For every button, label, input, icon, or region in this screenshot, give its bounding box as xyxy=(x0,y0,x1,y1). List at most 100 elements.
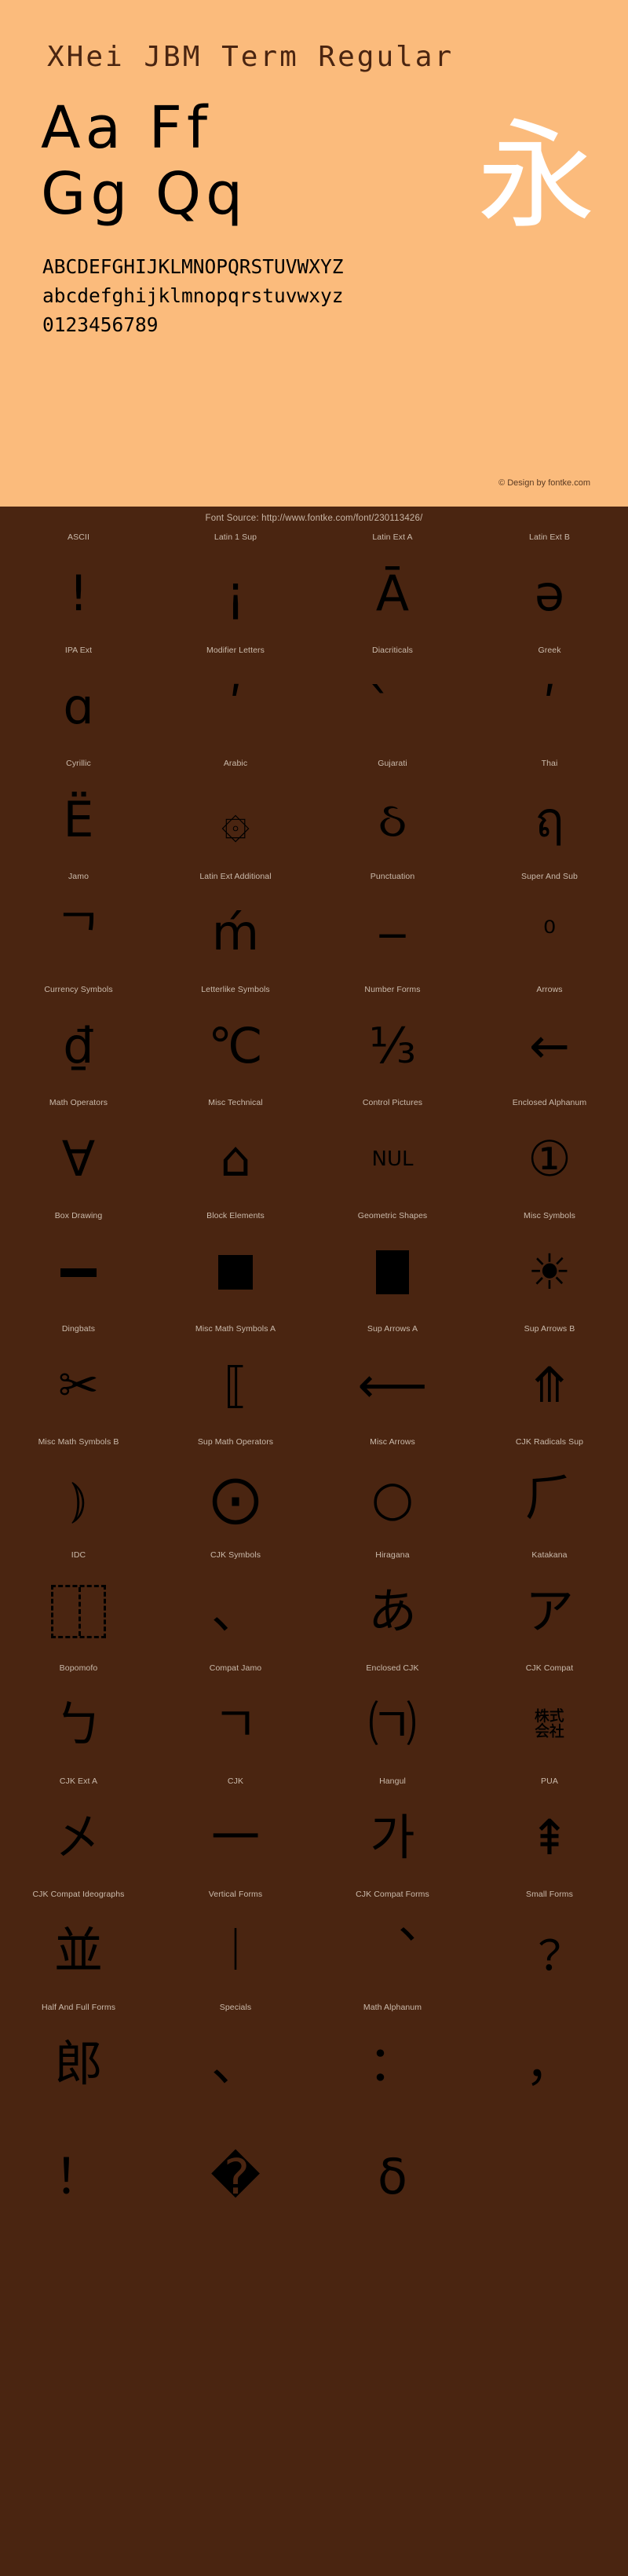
unicode-block-glyph xyxy=(157,1223,314,1322)
font-specimen-page: XHei JBM Term Regular Aa Ff Gg Qq 永 ABCD… xyxy=(0,0,628,2576)
unicode-block-cell: Dingbats ✂ xyxy=(0,1322,157,1435)
unicode-block-label: Misc Symbols xyxy=(524,1211,575,1220)
unicode-block-label: Modifier Letters xyxy=(206,646,265,655)
unicode-block-glyph: ə xyxy=(534,565,565,622)
unicode-block-cell: Misc Symbols ☀ xyxy=(471,1209,628,1322)
design-credit: © Design by fontke.com xyxy=(498,478,590,488)
unicode-block-glyph: 郎 xyxy=(53,2035,103,2092)
unicode-block-cell: PUA ⇞ xyxy=(471,1774,628,1887)
unicode-block-cell: Latin Ext Additional ḿ xyxy=(157,869,314,982)
unicode-block-label: Katakana xyxy=(531,1550,568,1560)
unicode-block-cell: Katakana ア xyxy=(471,1548,628,1661)
uppercase-alphabet: ABCDEFGHIJKLMNOPQRSTUVWXYZ xyxy=(42,255,344,278)
unicode-block-cell: CJK 一 xyxy=(157,1774,314,1887)
unicode-block-cell: Modifier Letters ʹ xyxy=(157,643,314,756)
big-sample-line-1: Aa Ff xyxy=(41,94,213,162)
unicode-block-glyph xyxy=(471,2128,628,2227)
unicode-block-label: Bopomofo xyxy=(59,1663,98,1673)
unicode-block-label: Gujarati xyxy=(378,759,407,768)
unicode-block-cell: CJK Compat Ideographs 並 xyxy=(0,1887,157,2000)
glyph-shape xyxy=(51,1585,106,1638)
unicode-block-glyph: ㄅ xyxy=(53,1696,103,1753)
unicode-block-label: CJK Compat Forms xyxy=(356,1890,429,1899)
unicode-block-glyph: ⦆ xyxy=(70,1469,87,1527)
unicode-block-cell: ， xyxy=(471,2000,628,2113)
unicode-block-cell: Latin Ext A Ā xyxy=(314,530,471,643)
unicode-block-cell: IDC xyxy=(0,1548,157,1661)
unicode-block-cell: CJK Radicals Sup ⺁ xyxy=(471,1435,628,1548)
unicode-block-label: Letterlike Symbols xyxy=(201,985,270,994)
digits-row: 0123456789 xyxy=(42,313,159,336)
unicode-block-cell: Arrows ← xyxy=(471,982,628,1096)
unicode-block-cell: Super And Sub ⁰ xyxy=(471,869,628,982)
unicode-block-cell: Compat Jamo ㄱ xyxy=(157,1661,314,1774)
big-sample-line-2: Gg Qq xyxy=(41,160,248,228)
unicode-block-label: Block Elements xyxy=(206,1211,265,1220)
unicode-block-cell: CJK Compat Forms ︑ xyxy=(314,1887,471,2000)
unicode-block-cell: Hiragana あ xyxy=(314,1548,471,1661)
unicode-block-label: CJK Compat xyxy=(525,1663,574,1673)
unicode-block-label: Math Alphanum xyxy=(363,2003,422,2012)
unicode-block-glyph: ア xyxy=(524,1583,574,1640)
unicode-block-glyph: ẟ xyxy=(378,2148,407,2205)
unicode-block-glyph: ‒ xyxy=(377,904,408,961)
unicode-block-label: Number Forms xyxy=(364,985,421,994)
unicode-block-label: Super And Sub xyxy=(521,872,578,881)
unicode-block-cell: ！ xyxy=(0,2113,157,2227)
unicode-block-glyph: ， xyxy=(524,2035,574,2092)
unicode-block-label: Cyrillic xyxy=(66,759,91,768)
unicode-block-glyph: � xyxy=(210,2148,261,2205)
unicode-block-cell: Cyrillic Ё xyxy=(0,756,157,869)
unicode-block-glyph: ฤ xyxy=(535,791,564,848)
unicode-block-label: Sup Math Operators xyxy=(197,1437,274,1447)
unicode-block-glyph: 並 xyxy=(53,1922,103,1979)
unicode-block-glyph: ⟦ xyxy=(223,1356,248,1414)
unicode-block-label: Box Drawing xyxy=(54,1211,103,1220)
unicode-block-cell: Sup Arrows A ⟵ xyxy=(314,1322,471,1435)
unicode-block-cell: ASCII! xyxy=(0,530,157,643)
unicode-block-label: Math Operators xyxy=(49,1098,108,1107)
unicode-block-glyph: ! xyxy=(68,565,89,622)
unicode-block-cell: Bopomofo ㄅ xyxy=(0,1661,157,1774)
unicode-block-label: Vertical Forms xyxy=(208,1890,263,1899)
unicode-block-label: Misc Math Symbols A xyxy=(195,1324,276,1334)
unicode-block-cell: Arabic ۞ xyxy=(157,756,314,869)
unicode-block-glyph: ⺁ xyxy=(524,1469,574,1527)
unicode-block-glyph: ○ xyxy=(371,1469,414,1527)
unicode-block-label: Misc Arrows xyxy=(370,1437,415,1447)
unicode-block-glyph: ① xyxy=(528,1130,571,1187)
unicode-block-label: Latin Ext B xyxy=(529,532,570,542)
unicode-block-glyph: ℃ xyxy=(208,1017,263,1074)
unicode-block-label: Misc Technical xyxy=(208,1098,263,1107)
unicode-block-glyph: ⟵ xyxy=(357,1356,428,1414)
unicode-block-cell: Enclosed CJK ㈀ xyxy=(314,1661,471,1774)
unicode-block-cell: Enclosed Alphanum ① xyxy=(471,1096,628,1209)
unicode-block-label: Latin Ext A xyxy=(372,532,413,542)
unicode-block-glyph: ： xyxy=(367,2035,417,2092)
glyph-shape xyxy=(60,1268,97,1277)
unicode-block-glyph: ઠ xyxy=(378,791,407,848)
unicode-block-cell: IPA Ext ɑ xyxy=(0,643,157,756)
unicode-block-cell: CJK Compat ㍿ xyxy=(471,1661,628,1774)
unicode-block-label: Specials xyxy=(219,2003,252,2012)
unicode-block-glyph: ⁰ xyxy=(542,915,557,951)
unicode-block-label: Latin Ext Additional xyxy=(199,872,272,881)
unicode-block-label: Dingbats xyxy=(61,1324,96,1334)
unicode-block-cell: Geometric Shapes xyxy=(314,1209,471,1322)
glyph-shape xyxy=(376,1250,409,1294)
unicode-block-cell: Misc Arrows ○ xyxy=(314,1435,471,1548)
unicode-block-glyph xyxy=(0,1562,157,1661)
unicode-block-glyph: ⨀ xyxy=(211,1469,260,1527)
unicode-block-cell: Thai ฤ xyxy=(471,756,628,869)
unicode-block-cell: Control Pictures NUL xyxy=(314,1096,471,1209)
unicode-block-cell: Gujarati ઠ xyxy=(314,756,471,869)
unicode-block-label: Hangul xyxy=(379,1776,406,1786)
unicode-block-cell: � xyxy=(157,2113,314,2227)
unicode-block-cell xyxy=(471,2113,628,2227)
unicode-block-label: Punctuation xyxy=(370,872,415,881)
unicode-block-label: Greek xyxy=(538,646,561,655)
unicode-block-cell: Sup Arrows B ⤊ xyxy=(471,1322,628,1435)
unicode-block-cell: Hangul 가 xyxy=(314,1774,471,1887)
unicode-block-glyph: ﹖ xyxy=(524,1922,574,1979)
unicode-block-cell: Latin Ext B ə xyxy=(471,530,628,643)
